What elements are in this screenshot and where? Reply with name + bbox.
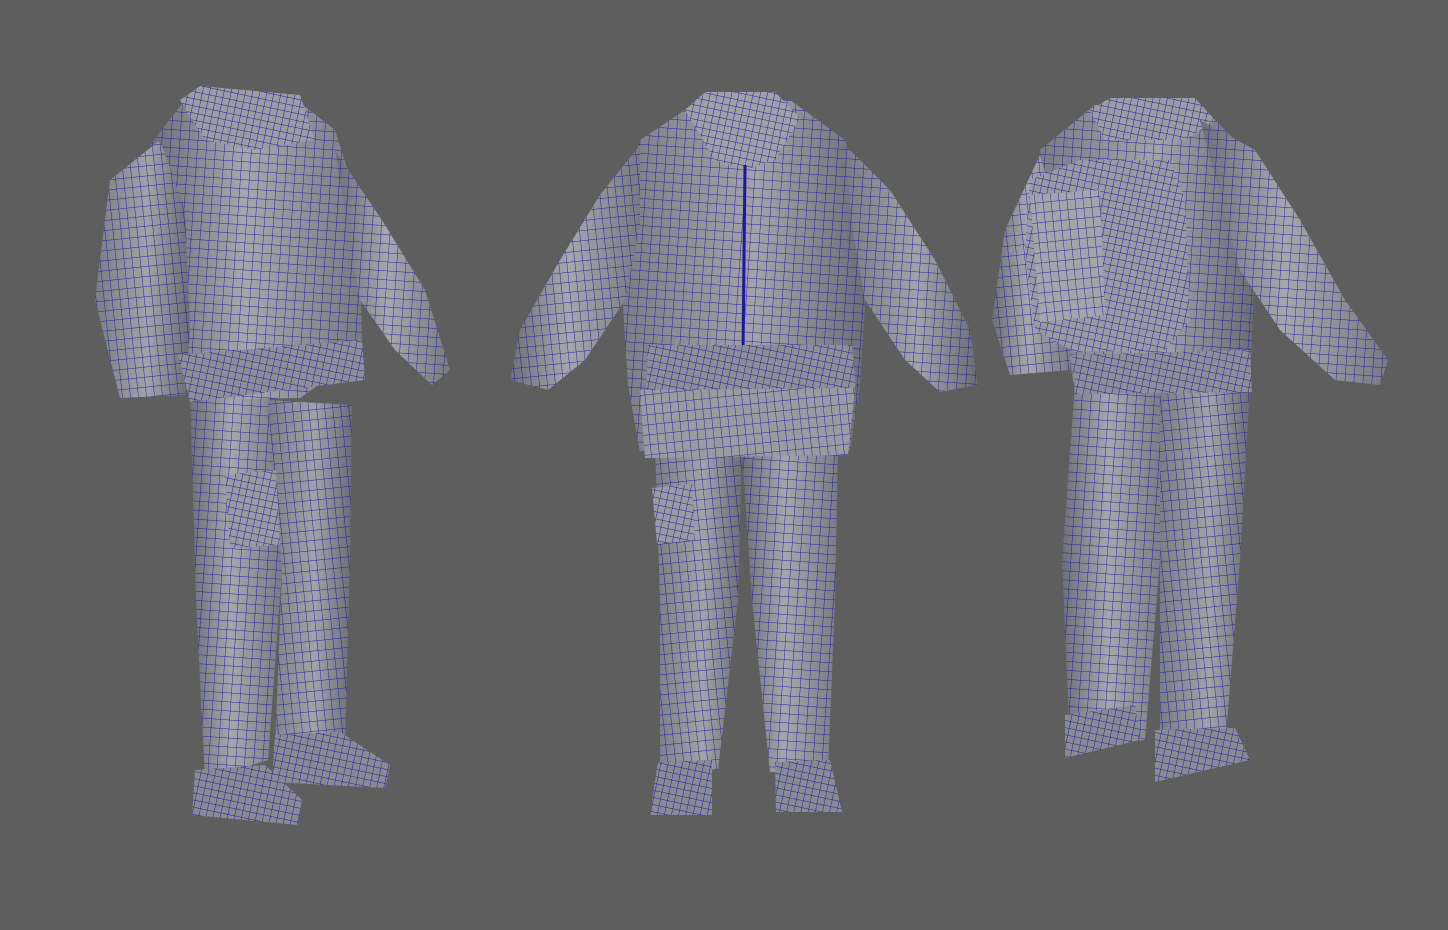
model-three-quarter-back[interactable] <box>992 98 1388 782</box>
model-three-quarter-front[interactable] <box>95 86 450 825</box>
scene-canvas[interactable] <box>0 0 1448 930</box>
3d-viewport[interactable] <box>0 0 1448 930</box>
model-front[interactable] <box>510 92 978 815</box>
